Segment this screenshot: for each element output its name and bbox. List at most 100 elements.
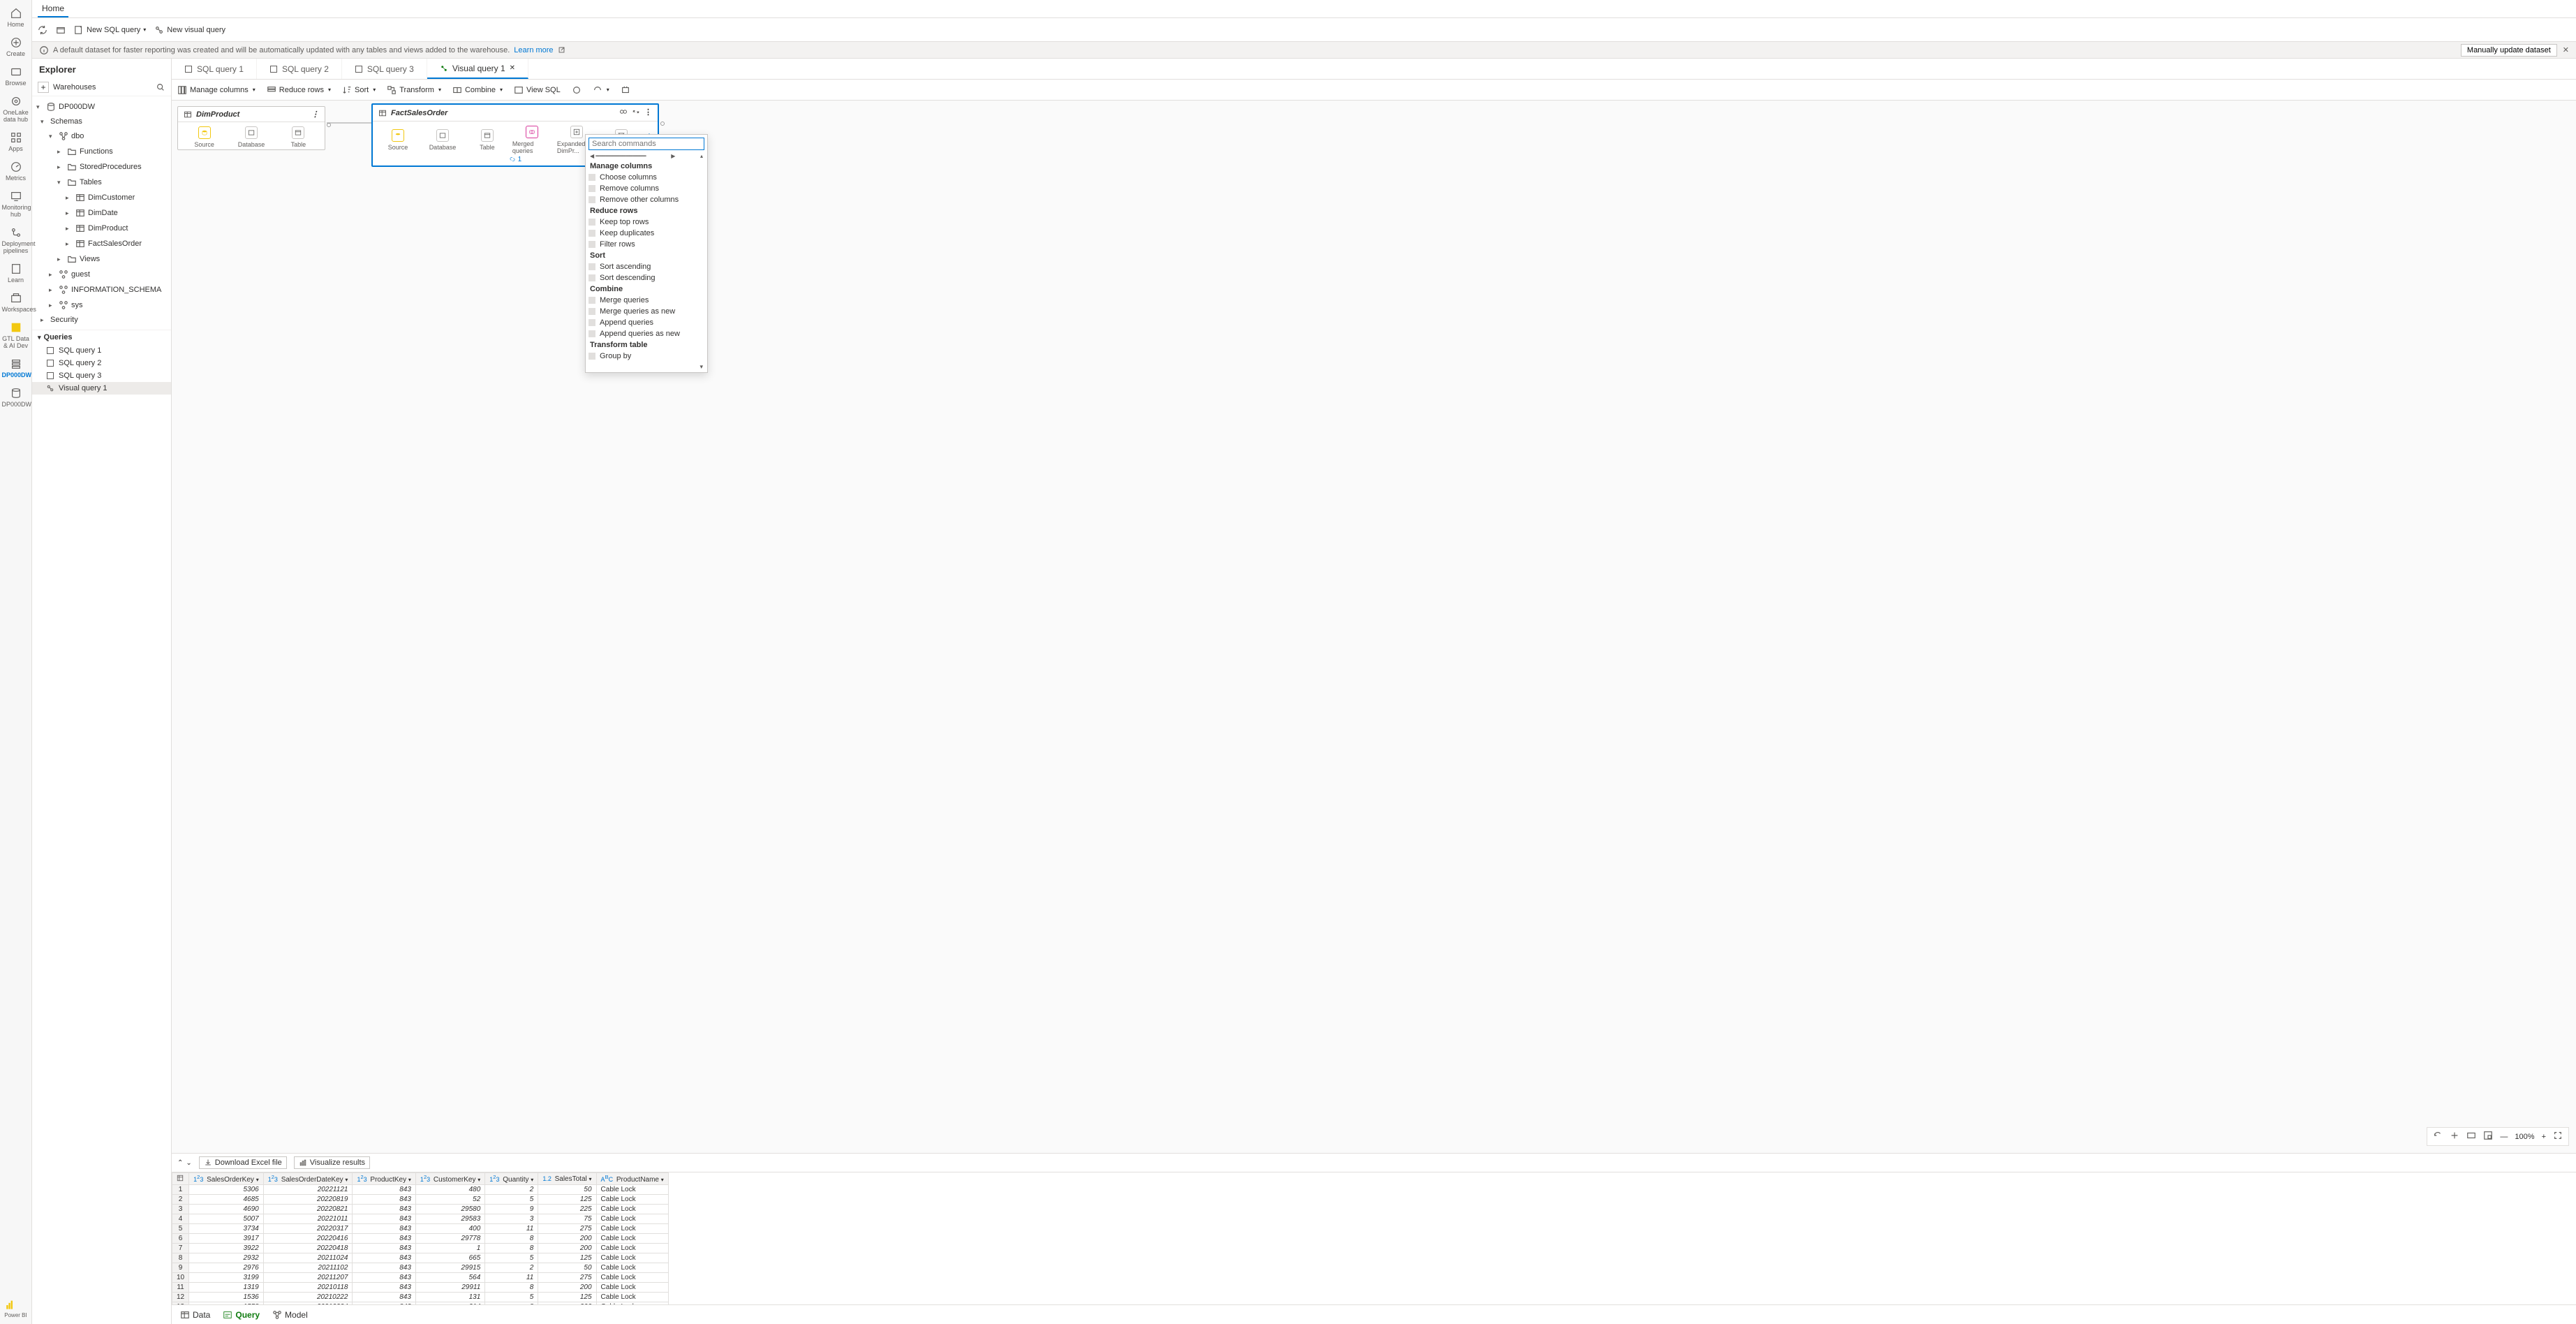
ctx-append-queries[interactable]: Append queries <box>586 317 707 328</box>
top-tab-home[interactable]: Home <box>38 1 68 17</box>
table-row[interactable]: 121536202102228431315125Cable Lock <box>172 1293 669 1302</box>
table-row[interactable]: 1031992021120784356411275Cable Lock <box>172 1273 669 1283</box>
new-sql-query-button[interactable]: New SQL query▾ <box>74 25 146 35</box>
ctx-group-by[interactable]: Group by <box>586 351 707 362</box>
ctx-keep-top-rows[interactable]: Keep top rows <box>586 216 707 228</box>
query-item-sql1[interactable]: SQL query 1 <box>32 344 171 357</box>
query-item-sql2[interactable]: SQL query 2 <box>32 357 171 369</box>
table-corner-icon[interactable] <box>177 1175 184 1182</box>
query-item-visual1[interactable]: Visual query 1 <box>32 382 171 395</box>
results-grid[interactable]: 123 SalesOrderKey ▾123 SalesOrderDateKey… <box>172 1172 2576 1304</box>
rail-monitoring[interactable]: Monitoring hub <box>2 187 30 223</box>
table-row[interactable]: 739222022041884318200Cable Lock <box>172 1244 669 1253</box>
tab-sql2[interactable]: SQL query 2 <box>257 59 342 79</box>
step-merged[interactable]: Merged queries <box>512 126 552 154</box>
column-header-productname[interactable]: ABC ProductName ▾ <box>596 1173 668 1185</box>
manage-columns-button[interactable]: Manage columns▾ <box>177 85 256 95</box>
step-source[interactable]: Source <box>184 126 225 148</box>
tree-table-dimdate[interactable]: ▸DimDate <box>32 207 171 219</box>
combine-button[interactable]: Combine▾ <box>452 85 503 95</box>
rail-dp000dw-1[interactable]: DP000DW <box>2 355 30 384</box>
ctx-sort-ascending[interactable]: Sort ascending <box>586 261 707 272</box>
sort-button[interactable]: Sort▾ <box>342 85 376 95</box>
column-header-salesorderdatekey[interactable]: 123 SalesOrderDateKey ▾ <box>263 1173 353 1185</box>
column-header-salestotal[interactable]: 1.2 SalesTotal ▾ <box>538 1173 596 1185</box>
rail-workspace-gtl[interactable]: GTL Data & AI Dev <box>2 318 30 355</box>
tab-visual1[interactable]: Visual query 1✕ <box>427 59 528 79</box>
node-output-port[interactable] <box>327 123 331 127</box>
ctx-keep-duplicates[interactable]: Keep duplicates <box>586 228 707 239</box>
minimap-icon[interactable] <box>2483 1131 2493 1142</box>
ctx-sort-descending[interactable]: Sort descending <box>586 272 707 284</box>
rail-onelake[interactable]: OneLake data hub <box>2 92 30 128</box>
tree-views[interactable]: ▸Views <box>32 253 171 265</box>
toolbar-icon-1[interactable] <box>572 85 582 95</box>
transform-button[interactable]: Transform▾ <box>387 85 441 95</box>
view-sql-button[interactable]: View SQL <box>514 85 561 95</box>
column-header-customerkey[interactable]: 123 CustomerKey ▾ <box>415 1173 484 1185</box>
table-row[interactable]: 2468520220819843525125Cable Lock <box>172 1195 669 1205</box>
download-excel-button[interactable]: Download Excel file <box>199 1156 287 1169</box>
fit-view-icon[interactable] <box>2450 1131 2459 1142</box>
table-row[interactable]: 1530620221121843480250Cable Lock <box>172 1185 669 1195</box>
fit-width-icon[interactable] <box>2466 1131 2476 1142</box>
ctx-append-queries-new[interactable]: Append queries as new <box>586 328 707 339</box>
relationship-icon[interactable] <box>619 108 628 118</box>
queries-heading[interactable]: ▾Queries <box>32 330 171 344</box>
open-icon[interactable] <box>56 25 66 35</box>
rail-pipelines[interactable]: Deployment pipelines <box>2 223 30 260</box>
query-item-sql3[interactable]: SQL query 3 <box>32 369 171 382</box>
search-icon[interactable] <box>156 82 165 92</box>
rail-home[interactable]: Home <box>2 4 30 34</box>
learn-more-link[interactable]: Learn more <box>514 46 553 54</box>
tab-sql1[interactable]: SQL query 1 <box>172 59 257 79</box>
tree-schema-guest[interactable]: ▸guest <box>32 268 171 281</box>
toolbar-icon-3[interactable] <box>621 85 630 95</box>
tree-schema-dbo[interactable]: ▾dbo <box>32 130 171 142</box>
rail-create[interactable]: Create <box>2 34 30 63</box>
tree-tables[interactable]: ▾Tables <box>32 176 171 189</box>
rail-learn[interactable]: Learn <box>2 260 30 289</box>
ctx-merge-queries-new[interactable]: Merge queries as new <box>586 306 707 317</box>
tree-schemas[interactable]: ▾Schemas <box>32 116 171 127</box>
table-row[interactable]: 450072022101184329583375Cable Lock <box>172 1214 669 1224</box>
tree-schema-sys[interactable]: ▸sys <box>32 299 171 311</box>
node-output-port[interactable] <box>660 122 665 126</box>
tree-schema-infoschema[interactable]: ▸INFORMATION_SCHEMA <box>32 284 171 296</box>
ctx-remove-columns[interactable]: Remove columns <box>586 183 707 194</box>
ctx-filter-rows[interactable]: Filter rows <box>586 239 707 250</box>
ctx-merge-queries[interactable]: Merge queries <box>586 295 707 306</box>
column-header-salesorderkey[interactable]: 123 SalesOrderKey ▾ <box>189 1173 264 1185</box>
step-table[interactable]: Table <box>278 126 319 148</box>
close-infobar-icon[interactable]: ✕ <box>2563 45 2569 54</box>
visual-query-canvas[interactable]: DimProduct⋮ Source Database Table FactSa… <box>172 101 2576 1153</box>
reduce-rows-button[interactable]: Reduce rows▾ <box>267 85 331 95</box>
rail-browse[interactable]: Browse <box>2 63 30 92</box>
tree-security[interactable]: ▸Security <box>32 314 171 325</box>
rail-metrics[interactable]: Metrics <box>2 158 30 187</box>
tree-table-dimcustomer[interactable]: ▸DimCustomer <box>32 191 171 204</box>
visualize-results-button[interactable]: Visualize results <box>294 1156 370 1169</box>
ctx-choose-columns[interactable]: Choose columns <box>586 172 707 183</box>
step-table[interactable]: Table <box>468 129 507 151</box>
rail-workspaces[interactable]: Workspaces <box>2 289 30 318</box>
refresh-icon[interactable] <box>38 25 47 35</box>
step-database[interactable]: Database <box>230 126 272 148</box>
tree-functions[interactable]: ▸Functions <box>32 145 171 158</box>
expand-results-icon[interactable]: ⌄ <box>186 1159 191 1167</box>
view-model-tab[interactable]: Model <box>272 1310 308 1320</box>
table-row[interactable]: 537342022031784340011275Cable Lock <box>172 1224 669 1234</box>
column-header-productkey[interactable]: 123 ProductKey ▾ <box>353 1173 415 1185</box>
close-tab-icon[interactable]: ✕ <box>510 64 515 72</box>
tree-table-factsalesorder[interactable]: ▸FactSalesOrder <box>32 237 171 250</box>
table-row[interactable]: 3469020220821843295809225Cable Lock <box>172 1205 669 1214</box>
tree-root-dp000dw[interactable]: ▾DP000DW <box>32 101 171 113</box>
search-commands-input[interactable] <box>589 138 704 150</box>
step-database[interactable]: Database <box>423 129 462 151</box>
node-more-icon[interactable]: ⋮ <box>311 110 319 119</box>
table-row[interactable]: 11131920210118843299118200Cable Lock <box>172 1283 669 1293</box>
rail-apps[interactable]: Apps <box>2 128 30 158</box>
ctx-scroll-down-icon[interactable]: ▾ <box>586 362 707 372</box>
table-row[interactable]: 6391720220416843297788200Cable Lock <box>172 1234 669 1244</box>
rail-dp000dw-2[interactable]: DP000DW <box>2 384 30 413</box>
